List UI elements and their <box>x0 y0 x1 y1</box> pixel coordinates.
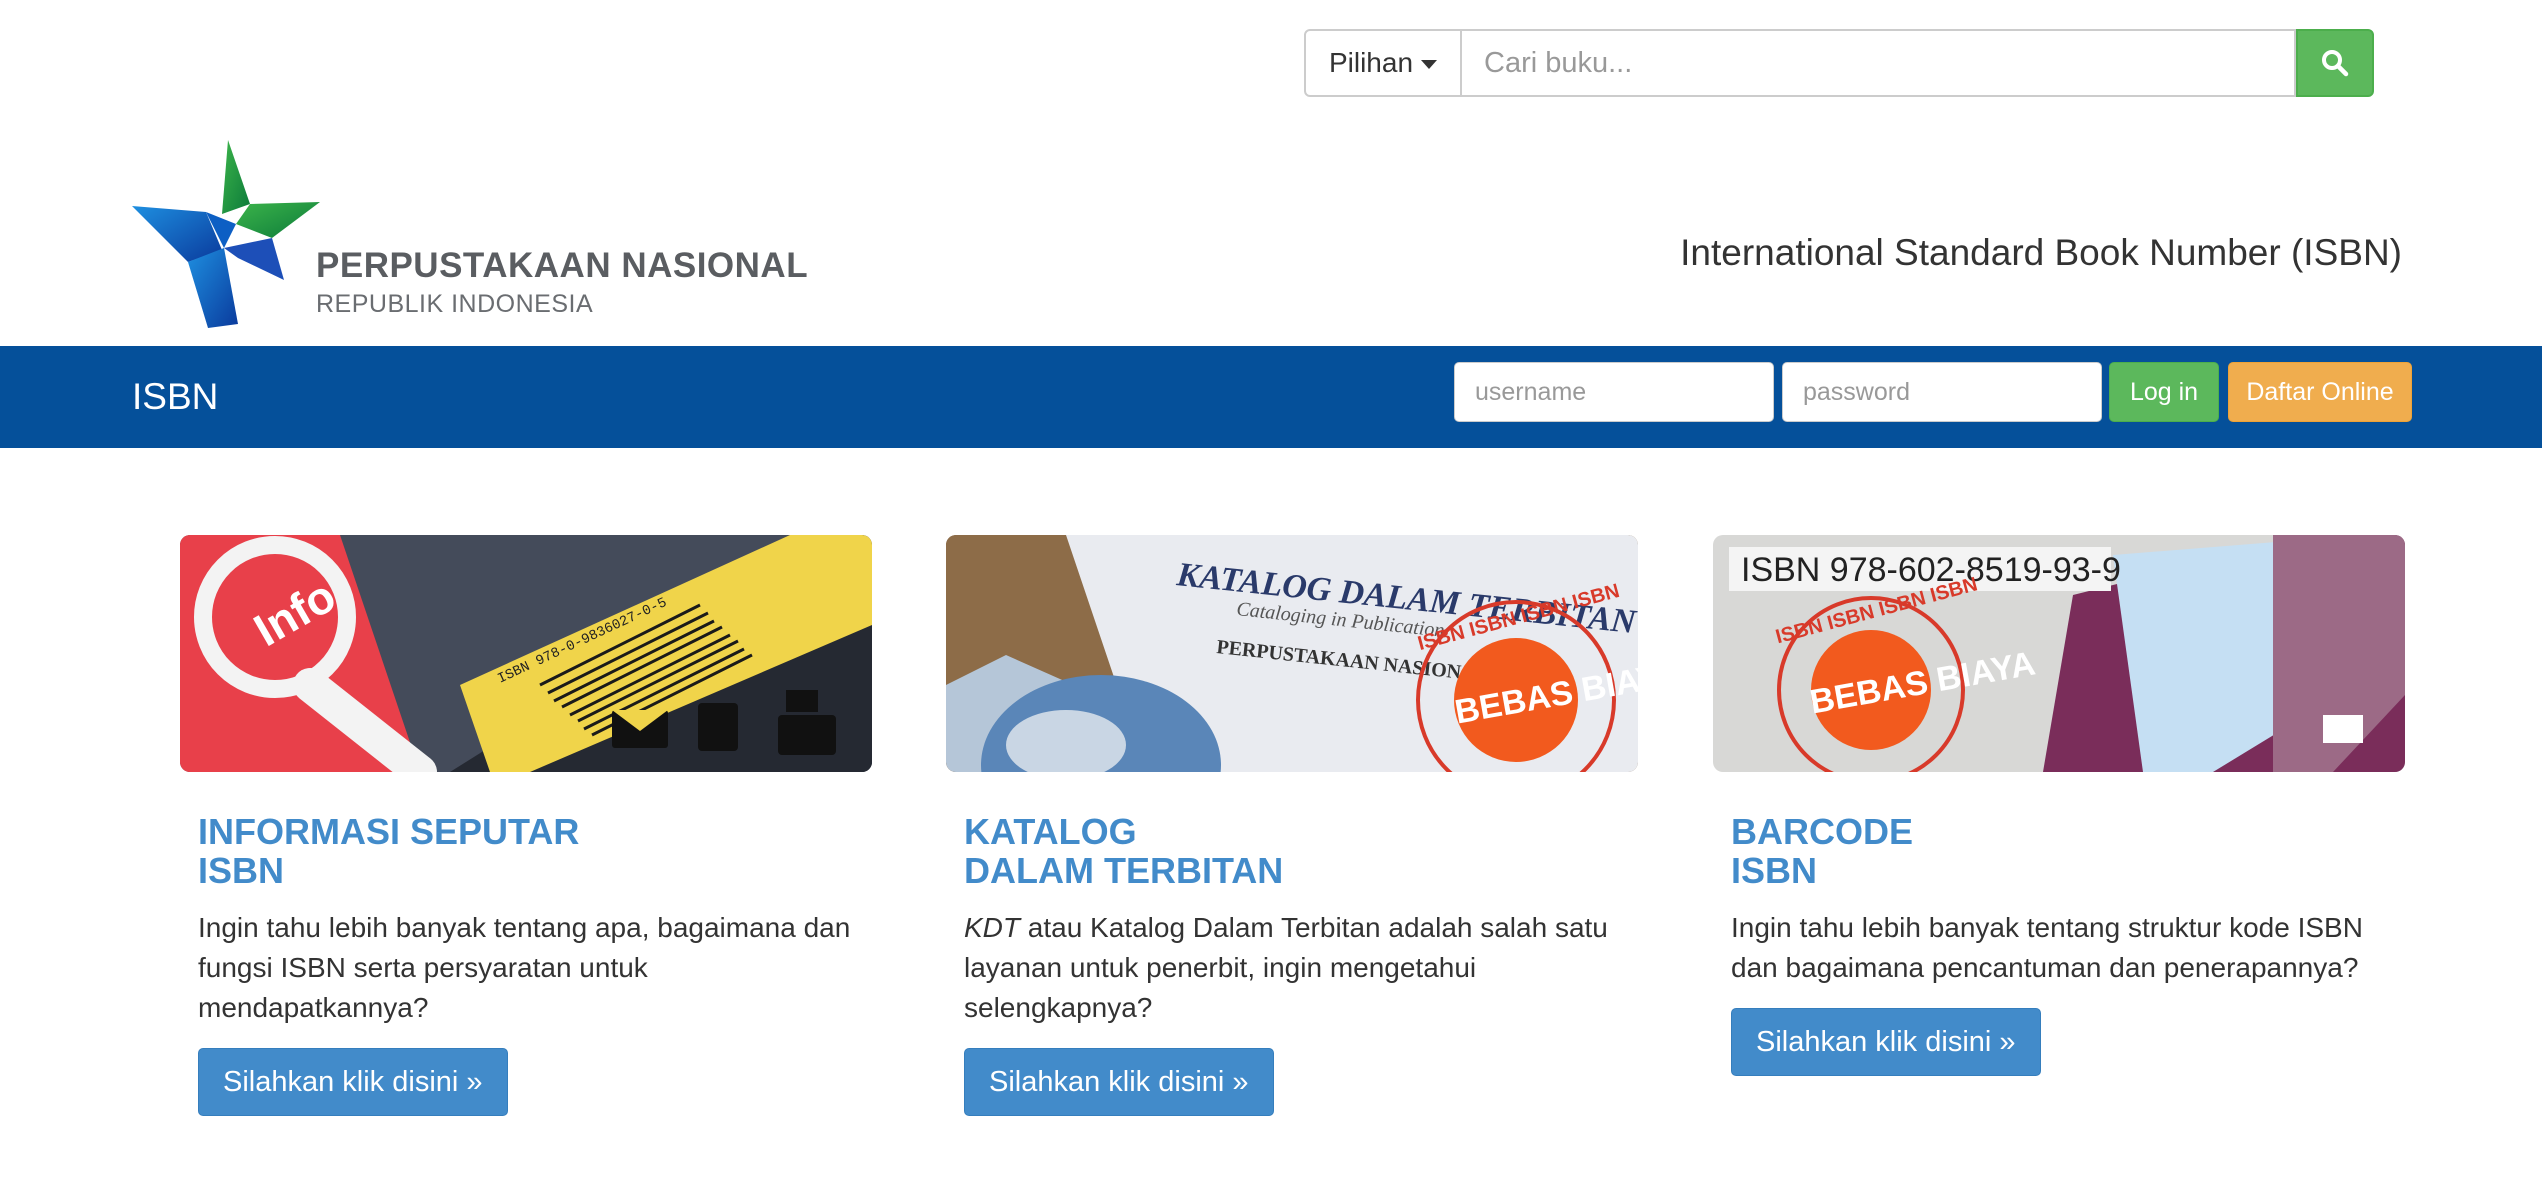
logo-title: PERPUSTAKAAN NASIONAL <box>316 246 809 285</box>
card-text: KDT atau Katalog Dalam Terbitan adalah s… <box>964 908 1620 1028</box>
barcode-illustration: ISBN 978-602-8519-93-9 BEBAS BIAYA ISBN … <box>1713 535 2405 772</box>
card-text-kdt: KDT <box>964 912 1020 943</box>
card-text: Ingin tahu lebih banyak tentang apa, bag… <box>198 912 851 1023</box>
search-bar: Pilihan <box>1304 29 2374 97</box>
login-button[interactable]: Log in <box>2109 362 2219 422</box>
card-barcode-button[interactable]: Silahkan klik disini » <box>1731 1008 2041 1076</box>
search-icon <box>2322 50 2349 77</box>
site-tagline: International Standard Book Number (ISBN… <box>1680 232 2402 273</box>
card-title: INFORMASI SEPUTAR ISBN <box>198 812 854 890</box>
card-katalog: KATALOG DALAM TERBITAN (KDT) Cataloging … <box>946 535 1638 1116</box>
card-informasi-button[interactable]: Silahkan klik disini » <box>198 1048 508 1116</box>
barcode-image-isbn: ISBN 978-602-8519-93-9 <box>1741 551 2121 589</box>
card-title-line2: ISBN <box>198 850 285 891</box>
card-title-line1: KATALOG <box>964 811 1137 852</box>
info-barcode-illustration: Info ISBN 978-0-9836027-0-5 <box>180 535 872 772</box>
card-title-line1: BARCODE <box>1731 811 1914 852</box>
username-field[interactable] <box>1454 362 1774 422</box>
card-barcode: ISBN 978-602-8519-93-9 BEBAS BIAYA ISBN … <box>1713 535 2405 1076</box>
card-title-line2: ISBN <box>1731 850 1818 891</box>
card-katalog-button[interactable]: Silahkan klik disini » <box>964 1048 1274 1116</box>
kdt-illustration: KATALOG DALAM TERBITAN (KDT) Cataloging … <box>946 535 1638 772</box>
caret-down-icon <box>1421 60 1438 69</box>
card-image-info: Info ISBN 978-0-9836027-0-5 <box>180 535 872 772</box>
register-button[interactable]: Daftar Online <box>2228 362 2412 422</box>
navbar-brand[interactable]: ISBN <box>132 376 218 418</box>
card-image-barcode: ISBN 978-602-8519-93-9 BEBAS BIAYA ISBN … <box>1713 535 2405 772</box>
search-category-dropdown[interactable]: Pilihan <box>1304 29 1462 97</box>
card-text-body: atau Katalog Dalam Terbitan adalah salah… <box>964 912 1608 1023</box>
password-field[interactable] <box>1782 362 2102 422</box>
star-logo-icon <box>132 140 320 328</box>
card-image-kdt: KATALOG DALAM TERBITAN (KDT) Cataloging … <box>946 535 1638 772</box>
card-title: KATALOG DALAM TERBITAN <box>964 812 1620 890</box>
card-title: BARCODE ISBN <box>1731 812 2387 890</box>
navbar: ISBN Log in Daftar Online <box>0 346 2542 448</box>
card-text: Ingin tahu lebih banyak tentang struktur… <box>1731 912 2363 983</box>
search-category-label: Pilihan <box>1328 47 1414 78</box>
search-button[interactable] <box>2296 29 2374 97</box>
card-informasi: Info ISBN 978-0-9836027-0-5 INFORMASI SE… <box>180 535 872 1116</box>
logo-subtitle: REPUBLIK INDONESIA <box>316 290 594 318</box>
card-title-line1: INFORMASI SEPUTAR <box>198 811 580 852</box>
search-input[interactable] <box>1462 29 2296 97</box>
card-title-line2: DALAM TERBITAN <box>964 850 1284 891</box>
